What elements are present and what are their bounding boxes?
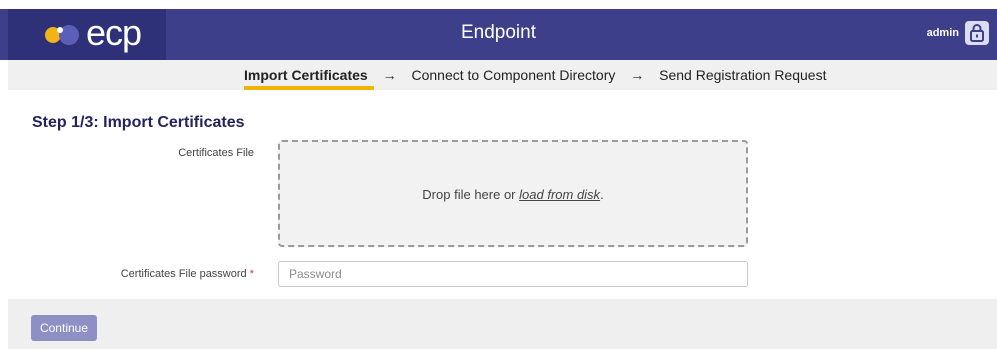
password-label: Certificates File password * xyxy=(121,268,254,280)
password-input[interactable] xyxy=(278,261,748,287)
required-marker: * xyxy=(249,268,254,280)
dropzone-text: Drop file here or load from disk. xyxy=(280,187,746,202)
drop-text: Drop file here or xyxy=(422,187,516,202)
drop-suffix: . xyxy=(600,187,604,202)
user-name[interactable]: admin xyxy=(927,27,959,39)
lock-icon[interactable] xyxy=(965,21,989,45)
arrow-right-icon: → xyxy=(630,67,645,83)
page-title: Endpoint xyxy=(460,22,536,43)
step-send-registration-request: Send Registration Request xyxy=(659,67,827,83)
top-bar: ecp Endpoint admin xyxy=(0,9,997,60)
step-title: Step 1/3: Import Certificates xyxy=(32,114,245,131)
arrow-right-icon: → xyxy=(382,67,397,83)
wizard-steps: Import Certificates → Connect to Compone… xyxy=(244,67,826,83)
file-dropzone[interactable]: Drop file here or load from disk. xyxy=(278,140,748,247)
certificates-file-label: Certificates File xyxy=(178,147,254,159)
wizard-steps-bar: Import Certificates → Connect to Compone… xyxy=(8,60,997,90)
continue-button[interactable]: Continue xyxy=(31,315,97,341)
load-from-disk-link[interactable]: load from disk xyxy=(519,187,600,202)
step-import-certificates: Import Certificates xyxy=(244,67,368,83)
footer-bar: Continue xyxy=(8,299,997,349)
step-connect-component-directory: Connect to Component Directory xyxy=(411,67,616,83)
password-label-text: Certificates File password xyxy=(120,268,247,280)
form-panel: Step 1/3: Import Certificates Certificat… xyxy=(8,90,997,300)
